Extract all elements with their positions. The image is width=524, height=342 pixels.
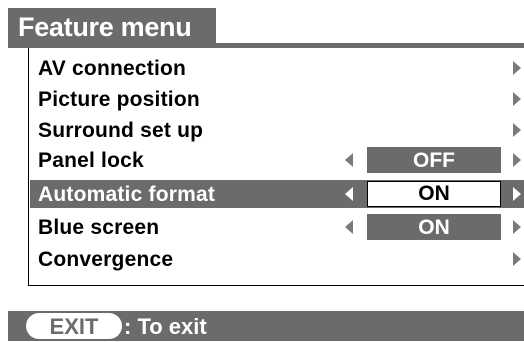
setting-value[interactable]: ON [367,214,501,240]
menu-item-label: AV connection [38,57,187,80]
menu-item-surround-set-up[interactable]: Surround set up [30,116,524,144]
setting-value[interactable]: OFF [367,147,501,173]
menu-title: Feature menu [8,8,216,44]
increase-arrow-icon[interactable] [513,153,521,167]
submenu-arrow-icon[interactable] [513,252,521,266]
menu-item-picture-position[interactable]: Picture position [30,85,524,113]
menu-item-label: Blue screen [38,216,160,239]
footer-bar: EXIT : To exit [8,311,524,341]
exit-button[interactable]: EXIT [26,313,122,339]
decrease-arrow-icon[interactable] [345,187,353,201]
menu-item-av-connection[interactable]: AV connection [30,54,524,82]
menu-item-label: Convergence [38,248,174,271]
submenu-arrow-icon[interactable] [513,61,521,75]
submenu-arrow-icon[interactable] [513,92,521,106]
exit-hint: : To exit [124,314,207,339]
menu-item-label: Automatic format [38,183,216,206]
menu-item-automatic-format[interactable]: Automatic format ON [30,180,524,208]
menu-item-blue-screen[interactable]: Blue screen ON [30,213,524,241]
menu-item-label: Surround set up [38,119,204,142]
menu-item-label: Panel lock [38,149,144,172]
decrease-arrow-icon[interactable] [345,153,353,167]
decrease-arrow-icon[interactable] [345,220,353,234]
increase-arrow-icon[interactable] [513,220,521,234]
increase-arrow-icon[interactable] [513,187,521,201]
submenu-arrow-icon[interactable] [513,123,521,137]
menu-item-label: Picture position [38,88,200,111]
menu-item-convergence[interactable]: Convergence [30,245,524,273]
setting-value[interactable]: ON [367,181,501,207]
menu-item-panel-lock[interactable]: Panel lock OFF [30,146,524,174]
